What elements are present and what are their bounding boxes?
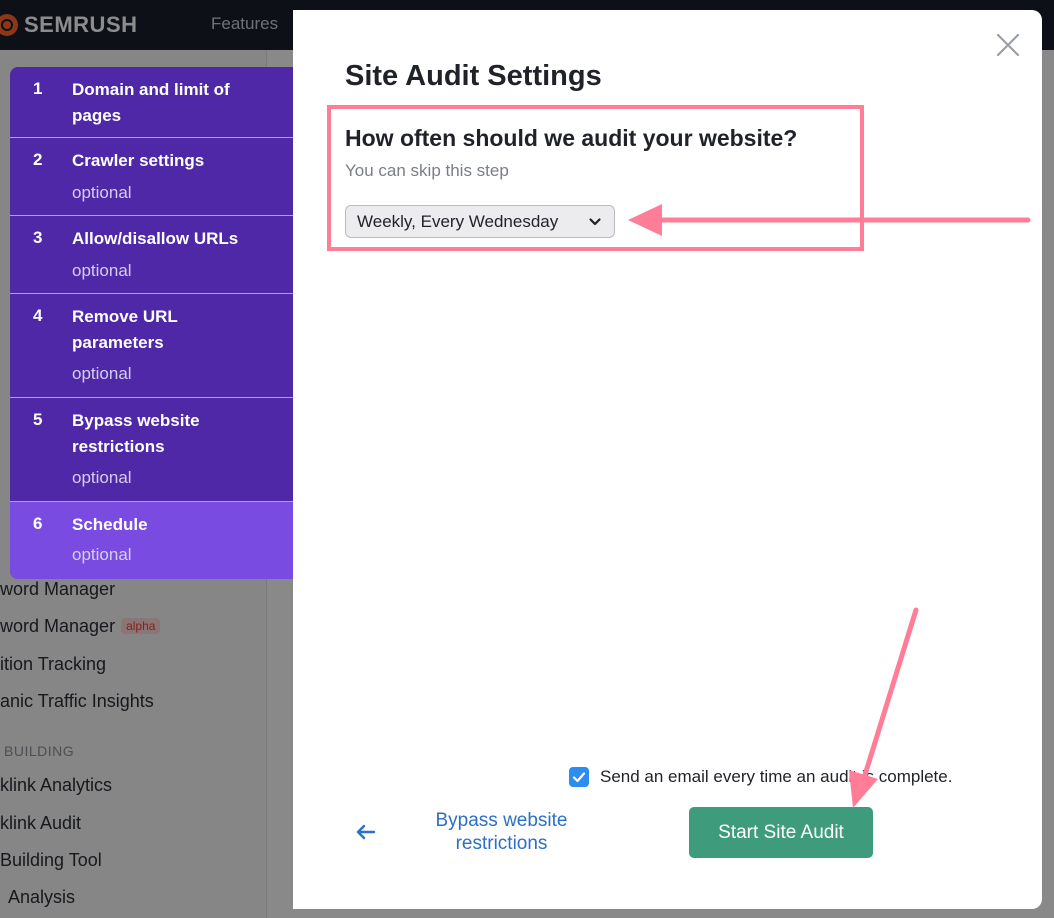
chevron-down-icon: [589, 218, 601, 226]
email-notification-label: Send an email every time an audit is com…: [600, 767, 953, 786]
close-button[interactable]: [993, 30, 1023, 60]
schedule-select[interactable]: Weekly, Every Wednesday: [345, 205, 615, 238]
modal-title: Site Audit Settings: [345, 60, 602, 92]
schedule-select-value: Weekly, Every Wednesday: [357, 211, 559, 231]
step-number: 6: [33, 514, 43, 533]
back-step-link[interactable]: Bypass website restrictions: [401, 809, 602, 855]
email-notification-checkbox[interactable]: [569, 767, 589, 787]
step-allow-disallow-urls[interactable]: 3 Allow/disallow URLs optional: [10, 216, 293, 294]
email-notification-row: Send an email every time an audit is com…: [569, 767, 952, 787]
step-bypass-restrictions[interactable]: 5 Bypass website restrictions optional: [10, 398, 293, 502]
step-number: 1: [33, 79, 43, 98]
step-remove-url-parameters[interactable]: 4 Remove URL parameters optional: [10, 294, 293, 398]
step-optional-label: optional: [72, 183, 132, 202]
back-button[interactable]: [355, 819, 377, 845]
close-icon: [996, 33, 1020, 57]
step-title: Bypass website restrictions: [72, 411, 200, 456]
step-schedule[interactable]: 6 Schedule optional: [10, 502, 293, 579]
step-optional-label: optional: [72, 468, 132, 487]
step-title: Schedule: [72, 515, 148, 534]
step-title: Domain and limit of pages: [72, 80, 230, 125]
step-number: 2: [33, 150, 43, 169]
site-audit-settings-modal: Site Audit Settings How often should we …: [293, 10, 1042, 909]
check-icon: [572, 772, 586, 783]
step-number: 4: [33, 306, 43, 325]
step-optional-label: optional: [72, 261, 132, 280]
settings-steps: 1 Domain and limit of pages 2 Crawler se…: [10, 67, 293, 579]
step-title: Allow/disallow URLs: [72, 229, 239, 248]
schedule-question: How often should we audit your website?: [345, 125, 798, 151]
step-title: Remove URL parameters: [72, 307, 178, 352]
step-optional-label: optional: [72, 364, 132, 383]
step-number: 3: [33, 228, 43, 247]
start-site-audit-button[interactable]: Start Site Audit: [689, 807, 873, 858]
skip-hint: You can skip this step: [345, 161, 509, 180]
step-title: Crawler settings: [72, 151, 205, 170]
arrow-left-icon: [356, 824, 376, 840]
step-optional-label: optional: [72, 545, 132, 564]
step-number: 5: [33, 410, 43, 429]
step-domain-limit[interactable]: 1 Domain and limit of pages: [10, 67, 293, 138]
step-crawler-settings[interactable]: 2 Crawler settings optional: [10, 138, 293, 216]
